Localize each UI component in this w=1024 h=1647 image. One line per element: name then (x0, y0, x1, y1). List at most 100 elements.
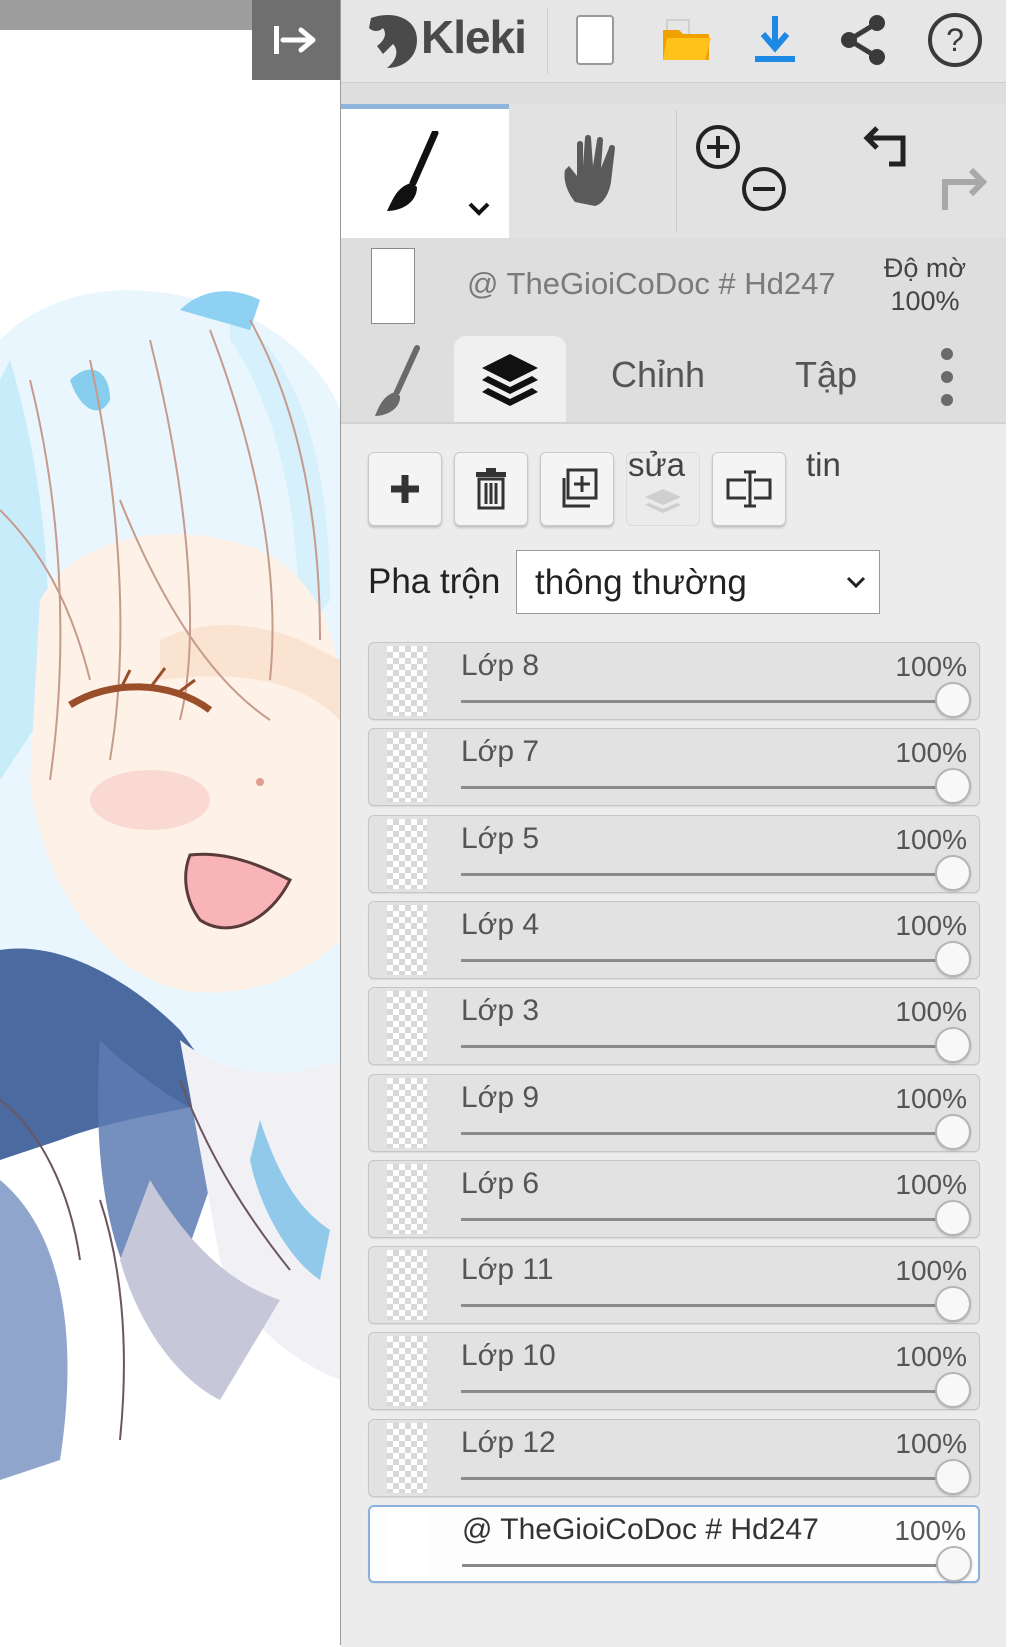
hand-icon (564, 135, 615, 206)
add-layer-button[interactable] (368, 452, 442, 526)
color-row: @ TheGioiCoDoc # Hd247 Độ mờ 100% (341, 238, 1006, 330)
layer-row[interactable]: Lớp 4 100% (368, 900, 980, 979)
layer-name: @ TheGioiCoDoc # Hd247 (462, 1513, 819, 1546)
layers-icon (482, 354, 538, 406)
layer-row[interactable]: Lớp 10 100% (368, 1332, 980, 1411)
layer-opacity-slider[interactable] (461, 958, 951, 962)
duplicate-layer-icon (562, 468, 598, 508)
layer-opacity-slider-knob[interactable] (935, 1027, 971, 1064)
layer-opacity-slider[interactable] (461, 872, 951, 876)
opacity-label: Độ mờ (883, 253, 967, 283)
layer-opacity-slider[interactable] (461, 1045, 951, 1049)
tab-layers[interactable] (454, 336, 566, 424)
layer-opacity-value: 100% (895, 1341, 967, 1373)
layer-opacity-slider[interactable] (461, 1476, 951, 1480)
screen-edge (1006, 0, 1024, 1645)
layer-row[interactable]: Lớp 6 100% (368, 1159, 980, 1238)
chevron-down-icon (846, 576, 866, 589)
rename-layer-button[interactable] (712, 452, 786, 526)
tab-brush[interactable] (369, 344, 441, 420)
blend-mode-label: Pha trộn (368, 562, 501, 601)
file-suffix-label: tin (806, 446, 841, 483)
layer-opacity-slider-knob[interactable] (936, 1546, 972, 1582)
layer-thumbnail (387, 1077, 427, 1148)
layer-opacity-slider[interactable] (461, 1390, 951, 1394)
layer-opacity-slider[interactable] (461, 700, 951, 703)
opacity-control[interactable]: Độ mờ 100% (869, 252, 981, 318)
layer-opacity-slider-knob[interactable] (935, 768, 971, 805)
layer-opacity-slider-knob[interactable] (935, 1286, 971, 1323)
opacity-value: 100% (890, 286, 960, 316)
tool-row (341, 104, 1006, 238)
watermark-text: @ TheGioiCoDoc # Hd247 (467, 266, 836, 301)
zoom-out-icon[interactable] (741, 166, 787, 212)
share-icon[interactable] (835, 10, 891, 70)
layer-opacity-slider[interactable] (461, 1131, 951, 1135)
layer-opacity-value: 100% (895, 1255, 967, 1287)
adjust-suffix-label: sửa (628, 446, 685, 483)
redo-icon[interactable] (937, 164, 987, 212)
chevron-down-icon[interactable] (467, 201, 491, 217)
layer-opacity-slider-knob[interactable] (935, 940, 971, 977)
layer-opacity-slider-knob[interactable] (935, 1199, 971, 1236)
help-icon[interactable]: ? (925, 10, 985, 70)
brush-icon (387, 131, 439, 211)
primary-color-swatch[interactable] (371, 248, 415, 324)
layer-row[interactable]: Lớp 3 100% (368, 987, 980, 1066)
layer-name: Lớp 3 (461, 994, 540, 1028)
zoom-in-icon[interactable] (695, 124, 741, 170)
layer-thumbnail (388, 1510, 428, 1580)
layer-row[interactable]: Lớp 7 100% (368, 728, 980, 807)
tab-file[interactable]: Tập (795, 354, 857, 396)
layer-opacity-slider-knob[interactable] (935, 1458, 971, 1495)
layer-opacity-value: 100% (895, 1082, 967, 1114)
layer-opacity-slider-knob[interactable] (935, 854, 971, 891)
layer-row[interactable]: Lớp 11 100% (368, 1246, 980, 1325)
layer-opacity-value: 100% (895, 737, 967, 769)
layer-row[interactable]: Lớp 12 100% (368, 1418, 980, 1497)
layer-opacity-slider-knob[interactable] (935, 682, 971, 718)
collapse-panel-button[interactable] (252, 0, 340, 80)
layer-name: Lớp 6 (461, 1166, 540, 1200)
download-icon[interactable] (747, 10, 803, 70)
undo-icon[interactable] (863, 124, 913, 168)
layer-thumbnail (387, 991, 427, 1062)
layer-opacity-slider-knob[interactable] (935, 1113, 971, 1150)
layer-name: Lớp 12 (461, 1425, 556, 1459)
app-header: Kleki ? (341, 0, 1006, 83)
brush-tool-button[interactable] (341, 104, 509, 238)
more-vertical-icon[interactable] (927, 342, 967, 412)
layer-row[interactable]: Lớp 9 100% (368, 1073, 980, 1152)
layer-thumbnail (387, 1163, 427, 1234)
new-file-icon[interactable] (571, 10, 619, 70)
blend-mode-value: thông thường (535, 563, 747, 602)
layer-opacity-slider[interactable] (462, 1564, 950, 1567)
layer-opacity-value: 100% (895, 1168, 967, 1200)
layer-thumbnail (387, 732, 427, 803)
layer-opacity-slider-knob[interactable] (935, 1372, 971, 1409)
layer-opacity-slider[interactable] (461, 1304, 951, 1308)
layer-opacity-slider[interactable] (461, 786, 951, 790)
layer-row[interactable]: @ TheGioiCoDoc # Hd247 100% (368, 1505, 980, 1583)
layer-opacity-value: 100% (895, 1427, 967, 1459)
layer-opacity-slider[interactable] (461, 1217, 951, 1221)
layer-thumbnail (387, 1250, 427, 1321)
layer-name: Lớp 7 (461, 735, 540, 769)
duplicate-layer-button[interactable] (540, 452, 614, 526)
layer-row[interactable]: Lớp 8 100% (368, 642, 980, 720)
delete-layer-button[interactable] (454, 452, 528, 526)
layer-name: Lớp 11 (461, 1253, 554, 1287)
hand-tool-button[interactable] (511, 104, 675, 238)
drawing-canvas[interactable] (0, 0, 340, 1645)
kleki-logo-icon[interactable] (363, 10, 419, 70)
svg-text:?: ? (946, 22, 964, 58)
blend-mode-select[interactable]: thông thường (516, 550, 880, 614)
tools-panel: Kleki ? @ TheGioiCoDoc # Hd247 Độ mờ 100… (341, 0, 1006, 1647)
layer-name: Lớp 5 (461, 821, 540, 855)
canvas-top-bar (0, 0, 252, 30)
layer-opacity-value: 100% (895, 651, 967, 682)
tab-adjust[interactable]: Chỉnh (611, 354, 705, 396)
open-folder-icon[interactable] (659, 10, 715, 70)
layer-name: Lớp 8 (461, 649, 540, 682)
layer-row[interactable]: Lớp 5 100% (368, 814, 980, 893)
